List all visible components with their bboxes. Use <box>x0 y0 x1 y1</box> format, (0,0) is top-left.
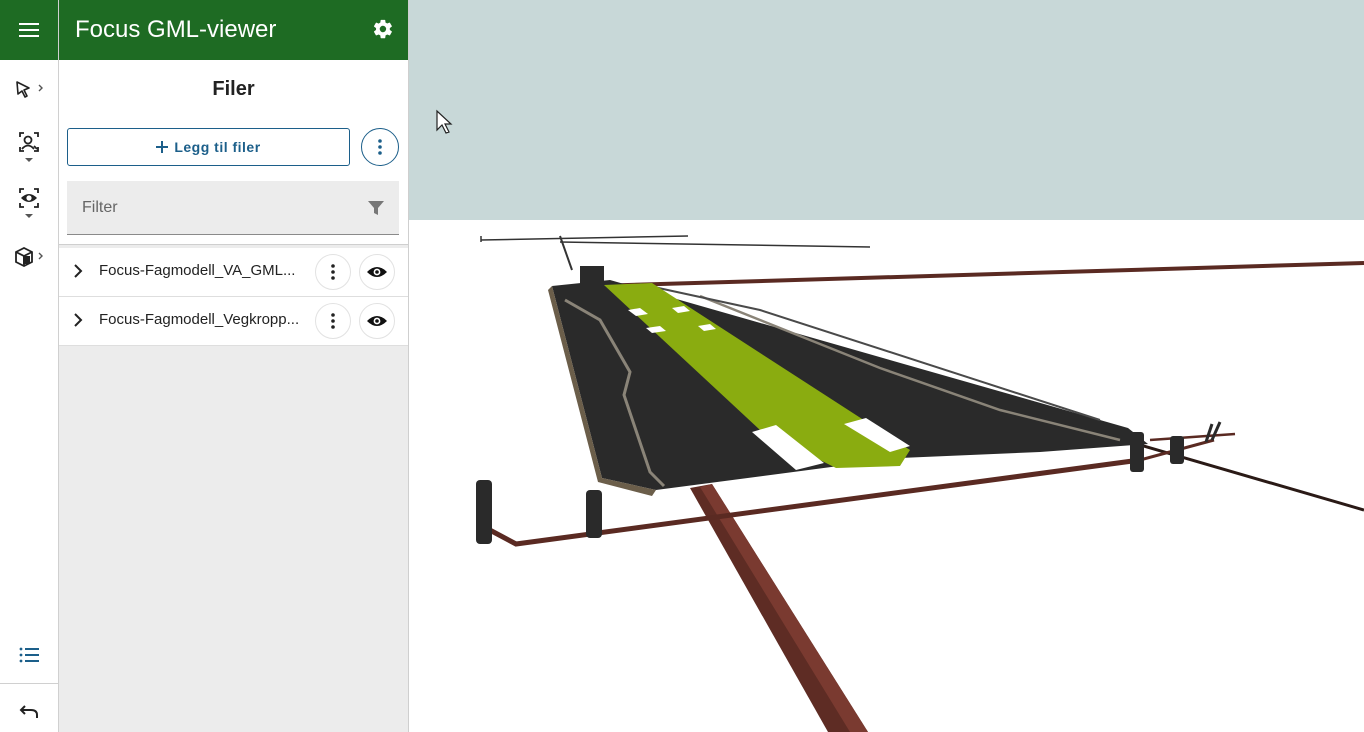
sky <box>409 0 1364 220</box>
select-tool-button[interactable] <box>0 69 58 109</box>
file-name: Focus-Fagmodell_Vegkropp... <box>99 311 300 328</box>
panel-title: Filer <box>212 78 255 100</box>
file-row[interactable]: Focus-Fagmodell_Vegkropp... <box>59 297 408 346</box>
filter-field <box>67 181 399 235</box>
zoom-tool-button[interactable] <box>0 127 58 167</box>
files-panel: Focus GML-viewer Filer Legg til filer Fo… <box>59 0 409 732</box>
panel-divider <box>59 244 408 245</box>
eye-icon <box>367 267 387 277</box>
app-title: Focus GML-viewer <box>75 16 277 43</box>
object-tool-button[interactable] <box>0 237 58 277</box>
file-options-button[interactable] <box>315 303 351 339</box>
files-more-options-button[interactable] <box>361 128 399 166</box>
more-vertical-icon <box>331 264 335 280</box>
hamburger-menu-icon <box>19 23 39 37</box>
rail-divider <box>0 683 58 684</box>
file-name: Focus-Fagmodell_VA_GML... <box>99 262 296 279</box>
file-row[interactable]: Focus-Fagmodell_VA_GML... <box>59 248 408 297</box>
file-visibility-toggle[interactable] <box>359 254 395 290</box>
more-vertical-icon <box>331 313 335 329</box>
visibility-tool-button[interactable] <box>0 183 58 223</box>
gear-icon <box>373 19 392 39</box>
add-files-button[interactable]: Legg til filer <box>67 128 350 166</box>
list-view-button[interactable] <box>0 635 58 675</box>
plus-icon <box>156 141 169 153</box>
undo-icon <box>19 705 38 718</box>
settings-button[interactable] <box>372 18 394 45</box>
list-icon <box>19 647 39 663</box>
app-header: Focus GML-viewer <box>59 0 408 60</box>
eye-icon <box>367 316 387 326</box>
add-files-label: Legg til filer <box>174 139 261 155</box>
undo-button[interactable] <box>0 692 58 732</box>
tool-rail <box>0 0 59 732</box>
3d-scene[interactable] <box>409 0 1364 732</box>
file-visibility-toggle[interactable] <box>359 303 395 339</box>
visibility-eye-icon <box>19 188 39 218</box>
object-box-icon <box>15 246 43 268</box>
select-cursor-icon <box>16 81 43 98</box>
filter-funnel-icon[interactable] <box>367 199 385 217</box>
more-vertical-icon <box>378 139 382 155</box>
chevron-right-icon[interactable] <box>73 264 83 278</box>
file-options-button[interactable] <box>315 254 351 290</box>
chevron-right-icon[interactable] <box>73 313 83 327</box>
zoom-person-icon <box>19 132 39 162</box>
menu-button[interactable] <box>0 0 58 60</box>
filter-input[interactable] <box>67 181 374 235</box>
3d-viewport[interactable] <box>409 0 1364 732</box>
